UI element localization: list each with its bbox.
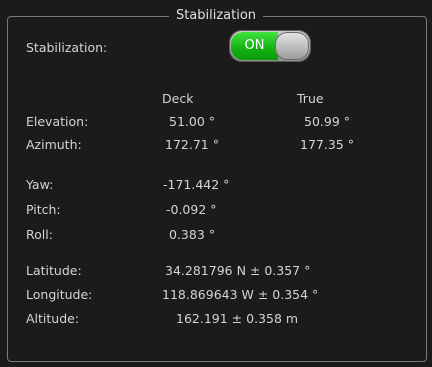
altitude-label: Altitude: [26, 311, 80, 326]
longitude-value: 118.869643 W ± 0.354 ° [162, 287, 319, 302]
elevation-label: Elevation: [26, 114, 89, 129]
elevation-deck-value: 51.00 ° [169, 114, 216, 129]
pitch-label: Pitch: [26, 202, 61, 217]
toggle-on-label: ON [231, 32, 278, 60]
latitude-value: 34.281796 N ± 0.357 ° [165, 263, 311, 278]
elevation-true-value: 50.99 ° [304, 114, 351, 129]
true-column-header: True [297, 91, 324, 106]
stabilization-label: Stabilization: [26, 40, 108, 55]
deck-column-header: Deck [162, 91, 194, 106]
azimuth-label: Azimuth: [26, 137, 82, 152]
altitude-value: 162.191 ± 0.358 m [176, 311, 299, 326]
azimuth-true-value: 177.35 ° [300, 137, 354, 152]
roll-value: 0.383 ° [169, 227, 216, 242]
stabilization-toggle[interactable]: ON [229, 30, 311, 62]
roll-label: Roll: [26, 227, 53, 242]
yaw-label: Yaw: [26, 177, 54, 192]
yaw-value: -171.442 ° [163, 177, 230, 192]
pitch-value: -0.092 ° [166, 202, 217, 217]
latitude-label: Latitude: [26, 263, 82, 278]
toggle-knob[interactable] [275, 32, 309, 60]
azimuth-deck-value: 172.71 ° [165, 137, 219, 152]
longitude-label: Longitude: [26, 287, 93, 302]
